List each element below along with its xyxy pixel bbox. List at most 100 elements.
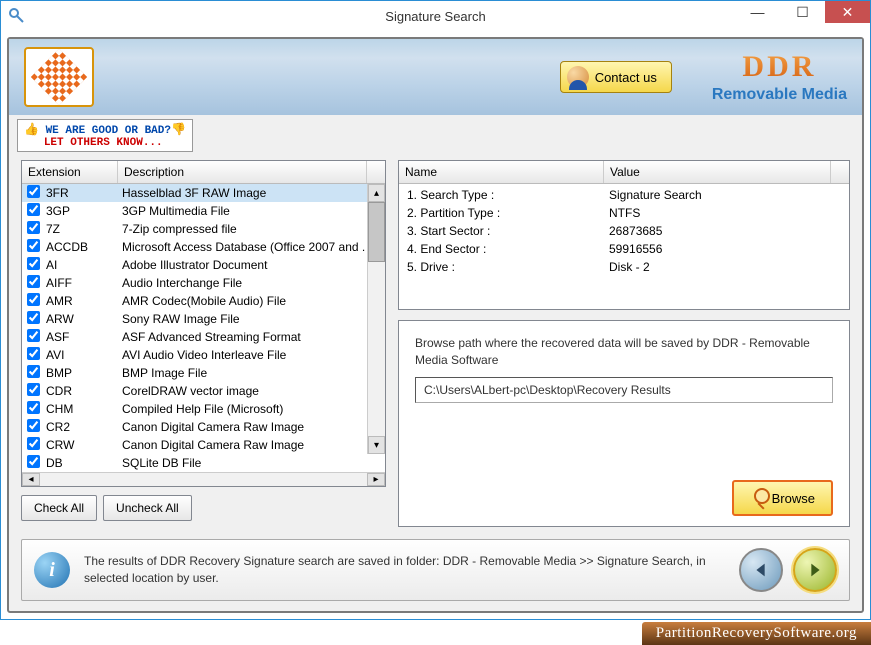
- info-value: 26873685: [609, 224, 849, 238]
- ext-checkbox[interactable]: [27, 293, 40, 306]
- review-bar: 👍 WE ARE GOOD OR BAD?👎 LET OTHERS KNOW..…: [9, 115, 862, 156]
- col-extension[interactable]: Extension: [22, 161, 118, 183]
- maximize-button[interactable]: ☐: [780, 1, 825, 23]
- info-row: 3. Start Sector :26873685: [399, 222, 849, 240]
- ext-checkbox[interactable]: [27, 347, 40, 360]
- ext-desc: Compiled Help File (Microsoft): [122, 402, 385, 416]
- info-name: 3. Start Sector :: [399, 224, 609, 238]
- ext-name: 7Z: [44, 222, 122, 236]
- info-name: 5. Drive :: [399, 260, 609, 274]
- ext-desc: Hasselblad 3F RAW Image: [122, 186, 385, 200]
- scroll-down-button[interactable]: ▾: [368, 436, 385, 454]
- ext-checkbox[interactable]: [27, 383, 40, 396]
- browse-panel: Browse path where the recovered data wil…: [398, 320, 850, 527]
- ext-name: BMP: [44, 366, 122, 380]
- ext-name: DB: [44, 456, 122, 470]
- ext-checkbox[interactable]: [27, 185, 40, 198]
- ext-row[interactable]: AVIAVI Audio Video Interleave File: [22, 346, 385, 364]
- ext-desc: Microsoft Access Database (Office 2007 a…: [122, 240, 385, 254]
- check-all-button[interactable]: Check All: [21, 495, 97, 521]
- scroll-right-button[interactable]: ▸: [367, 473, 385, 486]
- ext-row[interactable]: DBSQLite DB File: [22, 454, 385, 472]
- ext-desc: Canon Digital Camera Raw Image: [122, 420, 385, 434]
- horizontal-scrollbar[interactable]: ◂ ▸: [22, 472, 385, 486]
- ext-table-header: Extension Description: [22, 161, 385, 184]
- ext-name: 3FR: [44, 186, 122, 200]
- person-icon: [567, 66, 589, 88]
- contact-us-button[interactable]: Contact us: [560, 61, 672, 93]
- back-button[interactable]: [739, 548, 783, 592]
- footer-bar: i The results of DDR Recovery Signature …: [21, 539, 850, 601]
- titlebar: Signature Search — ☐ ✕: [1, 1, 870, 31]
- ext-name: AIFF: [44, 276, 122, 290]
- ext-checkbox[interactable]: [27, 275, 40, 288]
- ext-row[interactable]: AMRAMR Codec(Mobile Audio) File: [22, 292, 385, 310]
- save-path-field[interactable]: C:\Users\ALbert-pc\Desktop\Recovery Resu…: [415, 377, 833, 403]
- ext-row[interactable]: CDRCorelDRAW vector image: [22, 382, 385, 400]
- info-row: 2. Partition Type :NTFS: [399, 204, 849, 222]
- ext-desc: SQLite DB File: [122, 456, 385, 470]
- ext-desc: ASF Advanced Streaming Format: [122, 330, 385, 344]
- brand-main: DDR: [712, 50, 847, 84]
- scroll-thumb[interactable]: [368, 202, 385, 262]
- ext-checkbox[interactable]: [27, 257, 40, 270]
- info-value: Disk - 2: [609, 260, 849, 274]
- ext-row[interactable]: CR2Canon Digital Camera Raw Image: [22, 418, 385, 436]
- info-row: 4. End Sector :59916556: [399, 240, 849, 258]
- ext-checkbox[interactable]: [27, 455, 40, 468]
- col-scroll-gap: [367, 161, 385, 183]
- close-button[interactable]: ✕: [825, 1, 870, 23]
- vertical-scrollbar[interactable]: ▴ ▾: [367, 184, 385, 454]
- ext-checkbox[interactable]: [27, 419, 40, 432]
- ext-checkbox[interactable]: [27, 221, 40, 234]
- review-link[interactable]: 👍 WE ARE GOOD OR BAD?👎 LET OTHERS KNOW..…: [17, 119, 193, 152]
- ext-row[interactable]: ASFASF Advanced Streaming Format: [22, 328, 385, 346]
- ext-row[interactable]: BMPBMP Image File: [22, 364, 385, 382]
- ext-desc: Canon Digital Camera Raw Image: [122, 438, 385, 452]
- ext-name: CDR: [44, 384, 122, 398]
- ext-checkbox[interactable]: [27, 311, 40, 324]
- col-value[interactable]: Value: [604, 161, 831, 183]
- next-button[interactable]: [793, 548, 837, 592]
- browse-label: Browse: [772, 491, 815, 506]
- ext-checkbox[interactable]: [27, 329, 40, 342]
- browse-button[interactable]: Browse: [732, 480, 833, 516]
- ext-row[interactable]: 3GP3GP Multimedia File: [22, 202, 385, 220]
- signature-search-window: Signature Search — ☐ ✕ Contact us DDR Re…: [0, 0, 871, 620]
- ext-row[interactable]: CRWCanon Digital Camera Raw Image: [22, 436, 385, 454]
- app-logo: [24, 47, 94, 107]
- col-description[interactable]: Description: [118, 161, 367, 183]
- info-row: 1. Search Type :Signature Search: [399, 186, 849, 204]
- ext-row[interactable]: AIFFAudio Interchange File: [22, 274, 385, 292]
- ext-table-body[interactable]: 3FRHasselblad 3F RAW Image3GP3GP Multime…: [22, 184, 385, 472]
- ext-checkbox[interactable]: [27, 365, 40, 378]
- ext-desc: Sony RAW Image File: [122, 312, 385, 326]
- scroll-left-button[interactable]: ◂: [22, 473, 40, 486]
- app-icon: [9, 8, 25, 24]
- ext-row[interactable]: ARWSony RAW Image File: [22, 310, 385, 328]
- ext-row[interactable]: ACCDBMicrosoft Access Database (Office 2…: [22, 238, 385, 256]
- ext-row[interactable]: CHMCompiled Help File (Microsoft): [22, 400, 385, 418]
- ext-row[interactable]: 7Z7-Zip compressed file: [22, 220, 385, 238]
- ext-checkbox[interactable]: [27, 239, 40, 252]
- thumb-down-icon: 👎: [171, 123, 186, 137]
- scroll-up-button[interactable]: ▴: [368, 184, 385, 202]
- ext-row[interactable]: AIAdobe Illustrator Document: [22, 256, 385, 274]
- info-name: 1. Search Type :: [399, 188, 609, 202]
- ext-checkbox[interactable]: [27, 203, 40, 216]
- ext-desc: 3GP Multimedia File: [122, 204, 385, 218]
- ext-row[interactable]: 3FRHasselblad 3F RAW Image: [22, 184, 385, 202]
- ext-checkbox[interactable]: [27, 401, 40, 414]
- minimize-button[interactable]: —: [735, 1, 780, 23]
- ext-checkbox[interactable]: [27, 437, 40, 450]
- info-icon: i: [34, 552, 70, 588]
- info-value: 59916556: [609, 242, 849, 256]
- info-name: 2. Partition Type :: [399, 206, 609, 220]
- uncheck-all-button[interactable]: Uncheck All: [103, 495, 192, 521]
- col-name[interactable]: Name: [399, 161, 604, 183]
- ext-desc: 7-Zip compressed file: [122, 222, 385, 236]
- brand-block: DDR Removable Media: [712, 50, 847, 104]
- arrow-right-icon: [804, 559, 826, 581]
- ext-name: AI: [44, 258, 122, 272]
- browse-prompt: Browse path where the recovered data wil…: [415, 335, 833, 369]
